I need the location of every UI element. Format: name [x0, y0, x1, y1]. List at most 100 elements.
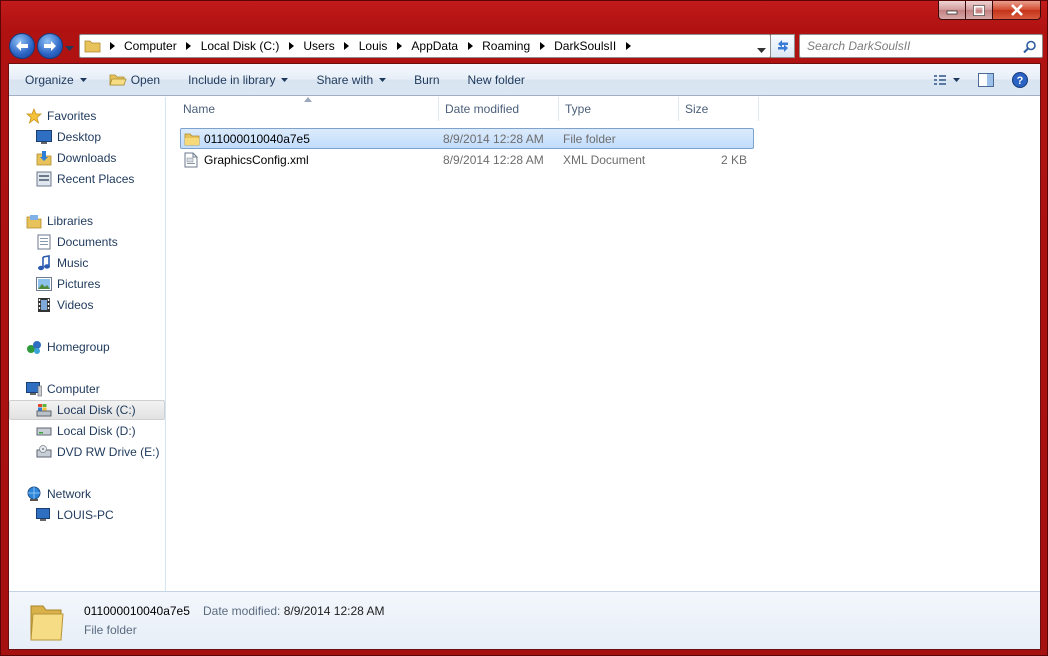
- nav-recent-places[interactable]: Recent Places: [36, 169, 134, 189]
- recent-pages-dropdown[interactable]: [65, 41, 75, 51]
- pictures-icon: [36, 277, 52, 291]
- nav-pictures[interactable]: Pictures: [36, 274, 100, 294]
- new-folder-button[interactable]: New folder: [460, 68, 533, 92]
- hard-drive-icon: [36, 427, 52, 436]
- open-label: Open: [130, 72, 161, 87]
- organize-button[interactable]: Organize: [17, 68, 95, 92]
- forward-arrow-icon: [44, 41, 56, 51]
- file-name-cell: GraphicsConfig.xml: [181, 152, 437, 168]
- breadcrumb-appdata[interactable]: AppData: [407, 39, 478, 53]
- breadcrumb-darksoulsii[interactable]: DarkSoulsII: [550, 39, 636, 53]
- maximize-button[interactable]: [966, 1, 993, 20]
- column-headers: Name Date modified Type Size: [177, 97, 759, 121]
- command-bar: Organize Open Include in library Share w…: [9, 64, 1040, 96]
- forward-button[interactable]: [37, 33, 63, 59]
- file-type-cell: File folder: [563, 131, 616, 146]
- search-box[interactable]: [799, 34, 1043, 58]
- nav-downloads[interactable]: Downloads: [36, 148, 116, 168]
- column-header-name[interactable]: Name: [177, 97, 439, 121]
- file-row[interactable]: 011000010040a7e5 8/9/2014 12:28 AM File …: [180, 128, 754, 149]
- address-bar[interactable]: Computer Local Disk (C:) Users Louis App…: [79, 34, 771, 58]
- nav-documents[interactable]: Documents: [36, 232, 118, 252]
- file-type-cell: XML Document: [563, 152, 646, 167]
- nav-videos[interactable]: Videos: [36, 295, 93, 315]
- nav-louis-pc[interactable]: LOUIS-PC: [36, 505, 114, 525]
- nav-local-disk-c[interactable]: Local Disk (C:): [9, 400, 165, 420]
- chevron-right-icon: [396, 42, 402, 50]
- nav-music[interactable]: Music: [36, 253, 88, 273]
- help-button[interactable]: ?: [1006, 68, 1034, 92]
- chevron-right-icon: [467, 42, 473, 50]
- explorer-window: Computer Local Disk (C:) Users Louis App…: [0, 0, 1048, 656]
- column-header-type[interactable]: Type: [559, 97, 679, 121]
- file-date-cell: 8/9/2014 12:28 AM: [443, 131, 544, 146]
- details-file-type: File folder: [84, 623, 137, 637]
- downloads-icon: [36, 151, 52, 166]
- dvd-drive-icon: [36, 445, 52, 458]
- search-icon[interactable]: [1023, 40, 1037, 54]
- details-date-label: Date modified:: [203, 604, 281, 618]
- refresh-icon: [777, 40, 788, 52]
- nav-libraries[interactable]: Libraries: [26, 211, 93, 231]
- folder-icon: [30, 605, 64, 641]
- desktop-icon: [36, 130, 52, 144]
- chevron-right-icon: [625, 42, 631, 50]
- homegroup-icon: [27, 341, 41, 354]
- system-drive-icon: [36, 404, 52, 417]
- svg-text:?: ?: [1017, 75, 1024, 87]
- back-arrow-icon: [16, 41, 28, 51]
- address-history-dropdown[interactable]: [757, 43, 766, 57]
- search-input[interactable]: [807, 39, 1022, 53]
- breadcrumb-root-separator[interactable]: [104, 42, 120, 50]
- change-view-button[interactable]: [928, 68, 966, 92]
- file-row[interactable]: GraphicsConfig.xml 8/9/2014 12:28 AM XML…: [180, 149, 754, 170]
- chevron-right-icon: [109, 42, 115, 50]
- folder-icon: [84, 40, 101, 53]
- close-icon: [1010, 4, 1023, 16]
- minimize-button[interactable]: [938, 1, 966, 20]
- details-pane: 011000010040a7e5 Date modified: 8/9/2014…: [9, 591, 1040, 649]
- file-rows: 011000010040a7e5 8/9/2014 12:28 AM File …: [180, 128, 754, 170]
- open-button[interactable]: Open: [101, 68, 168, 92]
- details-date-modified: Date modified: 8/9/2014 12:28 AM: [203, 604, 384, 618]
- breadcrumb-louis[interactable]: Louis: [355, 39, 408, 53]
- column-header-size[interactable]: Size: [679, 97, 759, 121]
- share-with-button[interactable]: Share with: [308, 68, 394, 92]
- breadcrumb-users[interactable]: Users: [299, 39, 354, 53]
- nav-network[interactable]: Network: [26, 484, 91, 504]
- refresh-button[interactable]: [771, 34, 795, 58]
- chevron-right-icon: [288, 42, 294, 50]
- breadcrumb-computer[interactable]: Computer: [120, 39, 197, 53]
- chevron-right-icon: [186, 42, 192, 50]
- file-list-view: Name Date modified Type Size 01100001004…: [167, 97, 1040, 591]
- computer-icon: [36, 508, 50, 521]
- new-folder-label: New folder: [467, 72, 525, 87]
- breadcrumb-local-disk-c[interactable]: Local Disk (C:): [197, 39, 300, 53]
- videos-icon: [38, 298, 50, 312]
- navigation-pane: Favorites Desktop Downloads Recent Place…: [9, 97, 166, 591]
- breadcrumb-roaming[interactable]: Roaming: [478, 39, 550, 53]
- back-button[interactable]: [9, 33, 35, 59]
- caption-buttons: [938, 1, 1041, 20]
- include-in-library-button[interactable]: Include in library: [180, 68, 296, 92]
- burn-button[interactable]: Burn: [406, 68, 447, 92]
- preview-pane-button[interactable]: [972, 68, 1000, 92]
- nav-homegroup[interactable]: Homegroup: [26, 337, 110, 357]
- nav-local-disk-d[interactable]: Local Disk (D:): [36, 421, 136, 441]
- close-button[interactable]: [993, 1, 1041, 20]
- file-size-cell: 2 KB: [720, 152, 747, 167]
- chevron-down-icon: [79, 77, 87, 82]
- column-header-date-modified[interactable]: Date modified: [439, 97, 559, 121]
- libraries-icon: [26, 215, 42, 229]
- nav-favorites[interactable]: Favorites: [26, 106, 96, 126]
- nav-desktop[interactable]: Desktop: [36, 127, 101, 147]
- help-icon: ?: [1012, 72, 1028, 88]
- recent-places-icon: [36, 171, 52, 187]
- maximize-icon: [973, 4, 985, 16]
- details-file-name: 011000010040a7e5: [84, 604, 190, 618]
- preview-pane-icon: [978, 73, 994, 87]
- chevron-down-icon: [757, 48, 766, 53]
- nav-dvd-drive-e[interactable]: DVD RW Drive (E:): [36, 442, 159, 462]
- nav-computer[interactable]: Computer: [26, 379, 100, 399]
- file-date-cell: 8/9/2014 12:28 AM: [443, 152, 544, 167]
